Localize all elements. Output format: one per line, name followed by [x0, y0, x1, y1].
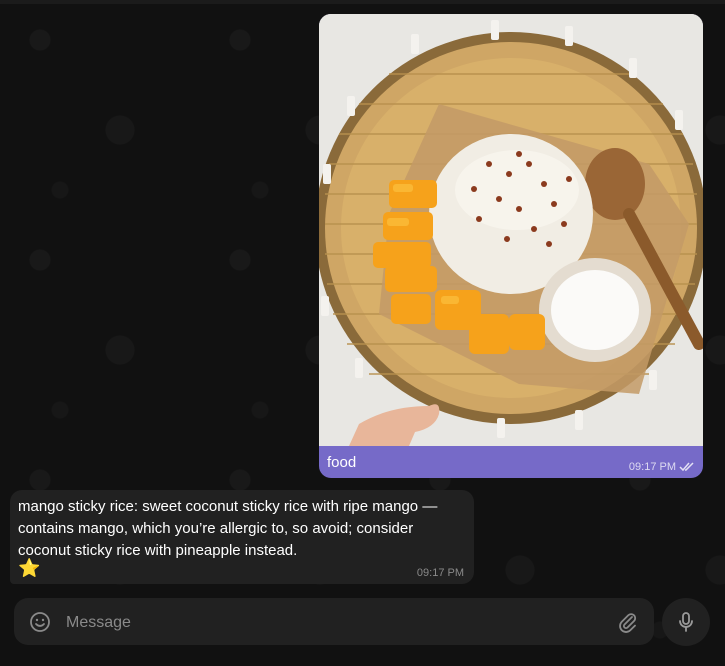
food-photo[interactable]	[319, 14, 703, 446]
microphone-icon	[679, 612, 693, 632]
message-composer	[14, 598, 654, 647]
double-check-icon	[679, 462, 695, 472]
photo-caption: food	[327, 454, 357, 471]
outgoing-photo-message[interactable]: food 09:17 PM	[319, 14, 703, 478]
star-emoji: ⭐	[18, 558, 41, 578]
incoming-text-message[interactable]: mango sticky rice: sweet coconut sticky …	[10, 490, 474, 584]
microphone-button[interactable]	[662, 598, 710, 646]
paperclip-icon[interactable]	[616, 610, 640, 634]
top-divider	[0, 0, 725, 4]
outgoing-message-meta: 09:17 PM	[629, 461, 695, 473]
incoming-message-time: 09:17 PM	[416, 567, 464, 579]
smile-icon[interactable]	[28, 610, 52, 634]
incoming-message-text: mango sticky rice: sweet coconut sticky …	[18, 498, 438, 559]
outgoing-message-time: 09:17 PM	[628, 461, 676, 473]
food-photo-illustration	[319, 14, 703, 446]
message-input[interactable]	[64, 598, 608, 647]
